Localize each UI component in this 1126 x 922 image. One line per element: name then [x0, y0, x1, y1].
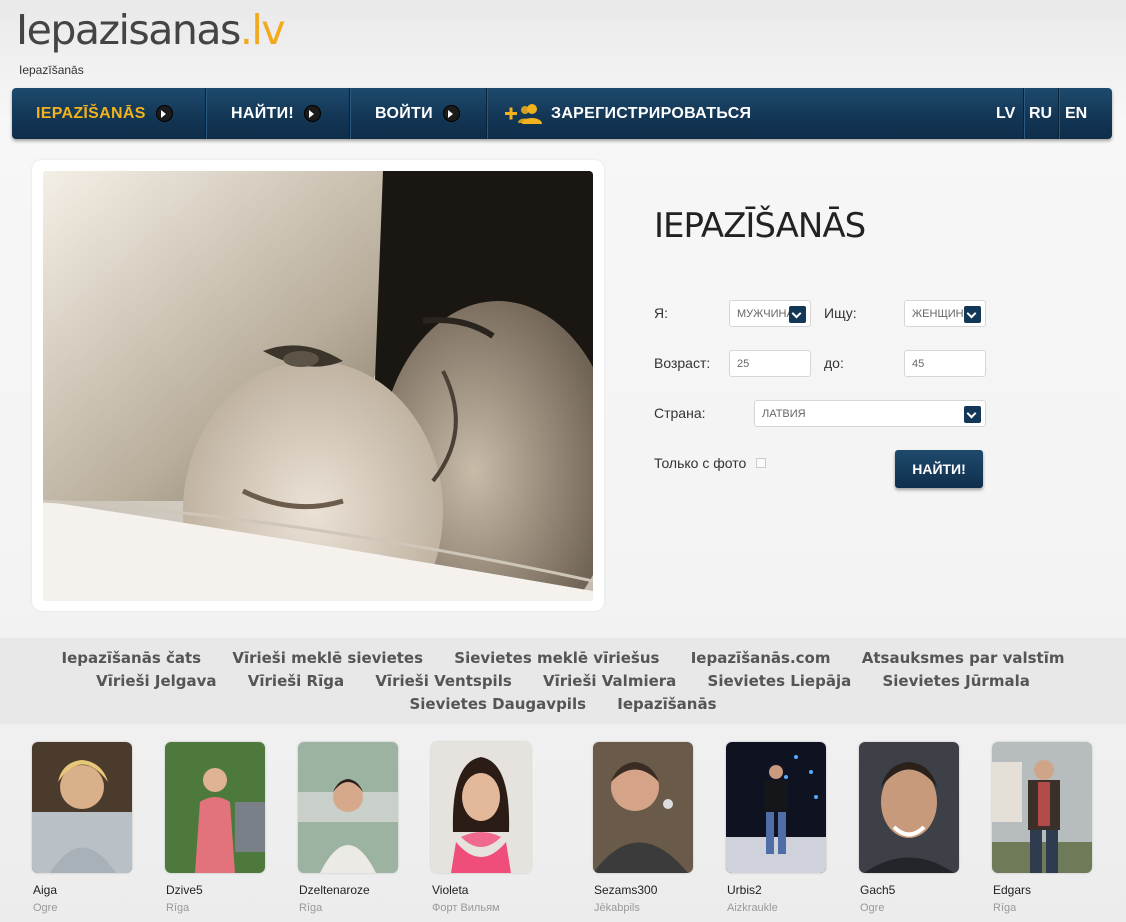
age-from-value: 25 [737, 357, 750, 370]
profile-photo[interactable] [431, 742, 531, 873]
nav-item-register[interactable]: ЗАРЕГИСТРИРОВАТЬСЯ [505, 88, 751, 139]
chevron-down-icon [964, 306, 981, 323]
profile-city: Ogre [33, 902, 58, 914]
nav-item-label: IEPAZĪŠANĀS [36, 104, 146, 122]
link-item[interactable]: Iepazīšanās.com [691, 649, 831, 667]
profile-name[interactable]: Gach5 [860, 883, 895, 897]
profile-photo[interactable] [726, 742, 826, 873]
profile-city: Rīga [299, 902, 323, 914]
profile-photo[interactable] [992, 742, 1092, 873]
profile-card[interactable]: Edgars Rīga [992, 742, 1094, 914]
nav-item-label: ЗАРЕГИСТРИРОВАТЬСЯ [551, 104, 752, 122]
logo-main: Iepazisanas [16, 6, 241, 54]
profile-city: Форт Вильям [432, 902, 500, 914]
lang-lv[interactable]: LV [996, 88, 1015, 139]
profile-city: Jēkabpils [594, 902, 640, 914]
arrow-right-icon [304, 105, 322, 122]
arrow-right-icon [442, 105, 460, 122]
profile-photo[interactable] [298, 742, 398, 873]
link-item[interactable]: Sievietes Liepāja [708, 672, 852, 690]
lang-en[interactable]: EN [1065, 88, 1087, 139]
site-logo[interactable]: Iepazisanas.lv [16, 6, 286, 54]
age-label: Возраст: [654, 355, 711, 371]
links-row-1: Iepazīšanās čats Vīrieši meklē sievietes… [0, 649, 1126, 667]
profile-name[interactable]: Urbis2 [727, 883, 762, 897]
profile-card[interactable]: Dzeltenaroze Rīga [298, 742, 400, 914]
profile-name[interactable]: Sezams300 [594, 883, 657, 897]
profile-name[interactable]: Dzeltenaroze [299, 883, 370, 897]
nav-divider [1023, 88, 1024, 139]
profile-name[interactable]: Edgars [993, 883, 1031, 897]
profile-card[interactable]: Aiga Ogre [32, 742, 134, 914]
profile-card[interactable]: Urbis2 Aizkraukle [726, 742, 828, 914]
link-item[interactable]: Vīrieši Jelgava [96, 672, 216, 690]
age-from-input[interactable]: 25 [729, 350, 811, 377]
country-label: Страна: [654, 405, 706, 421]
age-to-label: до: [824, 355, 844, 371]
profile-city: Aizkraukle [727, 902, 778, 914]
nav-item-find[interactable]: НАЙТИ! [231, 88, 322, 139]
profile-photo[interactable] [593, 742, 693, 873]
nav-item-label: НАЙТИ! [231, 104, 295, 122]
age-to-input[interactable]: 45 [904, 350, 986, 377]
hero-photo-frame [32, 160, 604, 611]
seeking-label: Ищу: [824, 305, 857, 321]
link-item[interactable]: Iepazīšanās čats [62, 649, 202, 667]
link-item[interactable]: Vīrieši Rīga [248, 672, 344, 690]
seeking-value: ЖЕНЩИНУ [912, 307, 971, 320]
link-item[interactable]: Sievietes meklē vīriešus [454, 649, 659, 667]
nav-item-iepazisanas[interactable]: IEPAZĪŠANĀS [36, 88, 173, 139]
profile-name[interactable]: Dzive5 [166, 883, 203, 897]
seo-links-band: Iepazīšanās čats Vīrieši meklē sievietes… [0, 638, 1126, 724]
hero-couple-photo [43, 171, 593, 601]
nav-divider [1058, 88, 1059, 139]
arrow-right-icon [155, 105, 173, 122]
profile-photo[interactable] [859, 742, 959, 873]
profile-card[interactable]: Sezams300 Jēkabpils [593, 742, 695, 914]
profile-city: Rīga [166, 902, 190, 914]
links-row-2: Vīrieši Jelgava Vīrieši Rīga Vīrieši Ven… [0, 672, 1126, 690]
chevron-down-icon [964, 406, 981, 423]
i-am-value: МУЖЧИНА [737, 307, 794, 320]
photo-only-label: Только с фото [654, 455, 747, 471]
nav-divider [486, 88, 487, 139]
site-subtitle: Iepazīšanās [19, 63, 84, 77]
seeking-select[interactable]: ЖЕНЩИНУ [904, 300, 986, 327]
link-item[interactable]: Sievietes Daugavpils [409, 695, 586, 713]
links-row-3: Sievietes Daugavpils Iepazīšanās [0, 695, 1126, 713]
profile-card[interactable]: Gach5 Ogre [859, 742, 961, 914]
nav-divider [205, 88, 206, 139]
link-item[interactable]: Vīrieši Ventspils [375, 672, 511, 690]
link-item[interactable]: Atsauksmes par valstīm [862, 649, 1065, 667]
form-title: IEPAZĪŠANĀS [654, 206, 866, 246]
photo-only-checkbox[interactable] [756, 458, 766, 468]
i-am-select[interactable]: МУЖЧИНА [729, 300, 811, 327]
country-value: ЛАТВИЯ [762, 407, 806, 420]
country-select[interactable]: ЛАТВИЯ [754, 400, 986, 427]
profile-photo[interactable] [32, 742, 132, 873]
age-to-value: 45 [912, 357, 925, 370]
link-item[interactable]: Iepazīšanās [617, 695, 716, 713]
lang-ru[interactable]: RU [1029, 88, 1052, 139]
profile-name[interactable]: Aiga [33, 883, 57, 897]
profile-card[interactable]: Violeta Форт Вильям [431, 742, 533, 914]
logo-tld: .lv [239, 6, 286, 54]
profile-city: Rīga [993, 902, 1017, 914]
i-am-label: Я: [654, 305, 668, 321]
link-item[interactable]: Vīrieši meklē sievietes [232, 649, 423, 667]
profile-card[interactable]: Dzive5 Rīga [165, 742, 267, 914]
profile-city: Ogre [860, 902, 885, 914]
add-user-icon [505, 103, 543, 125]
chevron-down-icon [789, 306, 806, 323]
nav-item-label: ВОЙТИ [375, 104, 433, 122]
link-item[interactable]: Sievietes Jūrmala [882, 672, 1029, 690]
link-item[interactable]: Vīrieši Valmiera [543, 672, 676, 690]
search-submit-button[interactable]: НАЙТИ! [895, 450, 983, 488]
profile-name[interactable]: Violeta [432, 883, 468, 897]
nav-item-login[interactable]: ВОЙТИ [375, 88, 460, 139]
nav-divider [349, 88, 350, 139]
profile-photo[interactable] [165, 742, 265, 873]
main-nav: IEPAZĪŠANĀS НАЙТИ! ВОЙТИ ЗАРЕГИСТРИРОВАТ… [12, 88, 1112, 139]
